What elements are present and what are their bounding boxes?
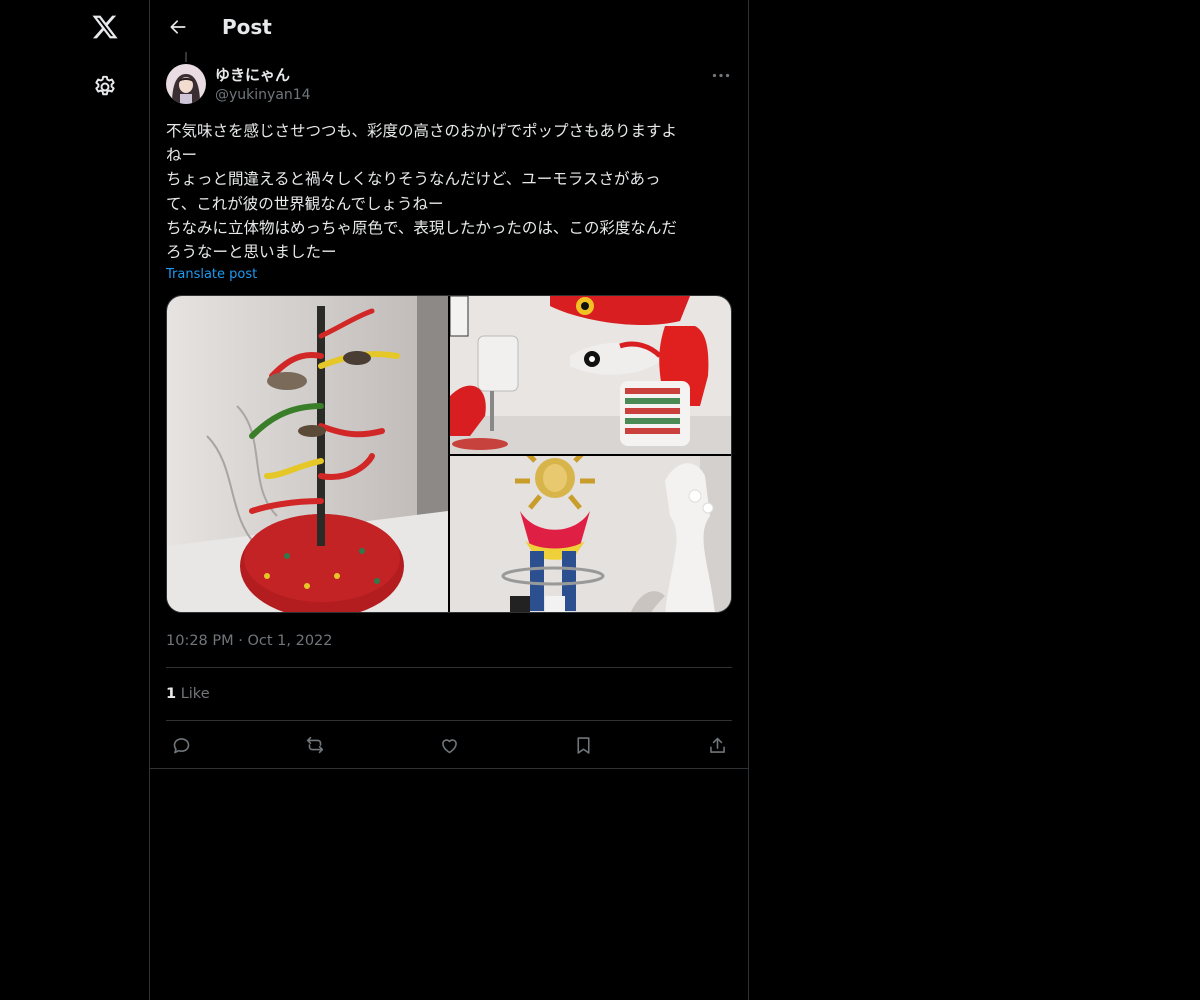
author-handle[interactable]: @yukinyan14 [215, 86, 311, 105]
left-nav [0, 0, 149, 1000]
page-header: Post [150, 0, 748, 54]
x-logo-icon[interactable] [91, 13, 119, 41]
share-icon [709, 737, 725, 753]
post-text-line: て、これが彼の世界観なんでしょうねー [166, 194, 444, 213]
post-image[interactable] [450, 456, 731, 612]
post-column: Post ゆきにゃん @yukinyan14 不気味さを感じさせつつも、彩度の高… [149, 0, 749, 1000]
divider [166, 667, 732, 668]
post-text-line: ねー [166, 146, 198, 165]
likes-stat[interactable]: 1 Like [166, 684, 210, 704]
post-time[interactable]: 10:28 PM [166, 633, 234, 649]
more-dots-icon [712, 73, 730, 77]
page-title: Post [222, 15, 272, 39]
app: Post ゆきにゃん @yukinyan14 不気味さを感じさせつつも、彩度の高… [0, 0, 1200, 1000]
back-button[interactable] [164, 13, 192, 41]
divider [150, 768, 748, 769]
share-button[interactable] [704, 732, 730, 758]
likes-label: Like [180, 686, 210, 702]
more-options-button[interactable] [710, 65, 732, 85]
post-date[interactable]: Oct 1, 2022 [247, 633, 332, 649]
likes-count: 1 [166, 686, 177, 702]
like-button[interactable] [436, 732, 462, 758]
reply-button[interactable] [168, 732, 194, 758]
arrow-left-icon [170, 20, 186, 34]
like-icon [441, 738, 457, 753]
post-author: ゆきにゃん @yukinyan14 [166, 64, 732, 106]
bookmark-icon [576, 736, 590, 754]
post-text-line: ろうなーと思いましたー [166, 243, 337, 262]
avatar[interactable] [166, 64, 206, 104]
post-image[interactable] [450, 296, 731, 454]
post-text-line: ちなみに立体物はめっちゃ原色で、表現したかったのは、この彩度なんだ [166, 218, 677, 237]
media-grid [166, 295, 732, 613]
translate-post-link[interactable]: Translate post [166, 266, 257, 284]
divider [166, 720, 732, 721]
repost-button[interactable] [302, 732, 328, 758]
bookmark-button[interactable] [570, 732, 596, 758]
post-text-line: 不気味さを感じさせつつも、彩度の高さのおかげでポップさもありますよ [166, 122, 678, 140]
thread-connector [185, 52, 187, 62]
action-bar [166, 732, 732, 758]
post-text-line: ちょっと間違えると禍々しくなりそうなんだけど、ユーモラスさがあっ [166, 170, 661, 189]
repost-icon [306, 736, 324, 754]
post-image[interactable] [167, 296, 448, 612]
author-display-name[interactable]: ゆきにゃん [215, 65, 290, 85]
gear-icon[interactable] [92, 74, 118, 100]
reply-icon [173, 737, 189, 753]
post-text: 不気味さを感じさせつつも、彩度の高さのおかげでポップさもありますよ ねー ちょっ… [166, 119, 732, 264]
post-timestamp: 10:28 PM · Oct 1, 2022 [166, 631, 333, 651]
timestamp-separator: · [238, 633, 243, 649]
